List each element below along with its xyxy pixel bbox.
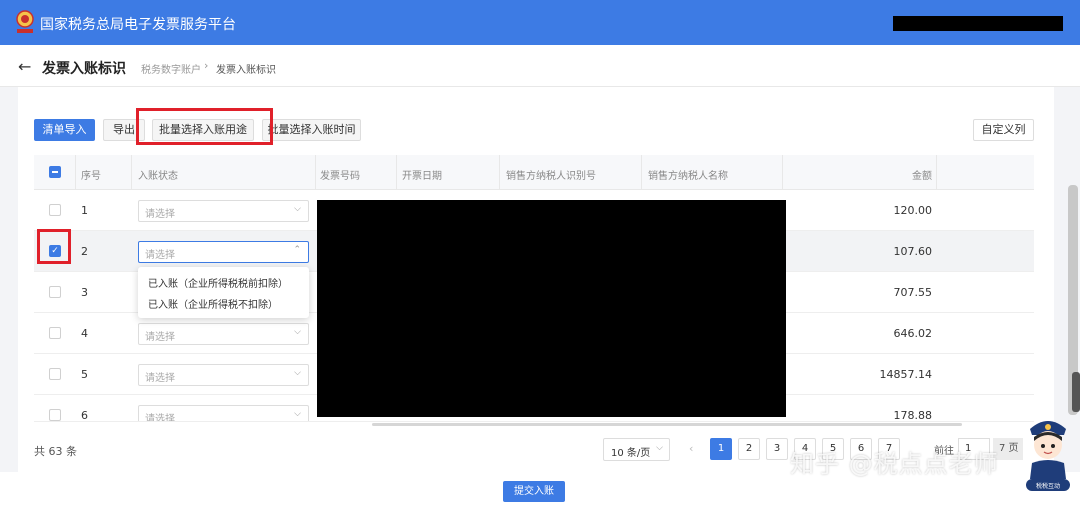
column-divider bbox=[641, 155, 642, 190]
status-select[interactable]: 请选择 ⌃ bbox=[138, 241, 309, 263]
status-dropdown-menu: 已入账（企业所得税税前扣除） 已入账（企业所得税不扣除） bbox=[138, 267, 309, 318]
row-seq: 2 bbox=[81, 245, 88, 258]
column-divider bbox=[499, 155, 500, 190]
row-checkbox[interactable] bbox=[49, 327, 61, 339]
column-divider bbox=[315, 155, 316, 190]
column-divider bbox=[936, 155, 937, 190]
page-size-value: 10 条/页 bbox=[611, 448, 651, 459]
row-seq: 1 bbox=[81, 204, 88, 217]
row-checkbox[interactable]: ✓ bbox=[49, 245, 61, 257]
column-divider bbox=[782, 155, 783, 190]
goto-page-input[interactable]: 1 bbox=[958, 438, 990, 460]
custom-columns-button[interactable]: 自定义列 bbox=[973, 119, 1034, 141]
row-checkbox[interactable] bbox=[49, 368, 61, 380]
breadcrumb-chevron-icon: › bbox=[204, 59, 209, 72]
page-header: ← 发票入账标识 税务数字账户 › 发票入账标识 bbox=[0, 45, 1080, 87]
mascot-assistant-icon[interactable]: 税税互动 bbox=[1022, 411, 1074, 493]
import-list-button[interactable]: 清单导入 bbox=[34, 119, 95, 141]
row-seq: 5 bbox=[81, 368, 88, 381]
row-amount: 107.60 bbox=[893, 245, 933, 258]
column-header-status: 入账状态 bbox=[138, 171, 178, 182]
export-button[interactable]: 导出 bbox=[103, 119, 145, 141]
breadcrumb-item-current: 发票入账标识 bbox=[216, 65, 276, 76]
select-placeholder: 请选择 bbox=[145, 414, 175, 422]
column-divider bbox=[396, 155, 397, 190]
chevron-up-icon: ⌃ bbox=[293, 245, 301, 255]
page-title: 发票入账标识 bbox=[42, 61, 126, 77]
total-count: 共 63 条 bbox=[34, 445, 77, 458]
page-button-4[interactable]: 4 bbox=[794, 438, 816, 460]
select-placeholder: 请选择 bbox=[145, 209, 175, 220]
tax-emblem-icon bbox=[16, 10, 34, 33]
row-amount: 707.55 bbox=[893, 286, 933, 299]
dropdown-option-deductible[interactable]: 已入账（企业所得税税前扣除） bbox=[148, 275, 288, 290]
column-header-amount: 金额 bbox=[912, 171, 932, 182]
row-amount: 120.00 bbox=[893, 204, 933, 217]
submit-accounting-button[interactable]: 提交入账 bbox=[503, 481, 565, 502]
breadcrumb-item-account[interactable]: 税务数字账户 bbox=[141, 61, 201, 76]
redacted-user-info bbox=[893, 16, 1063, 31]
select-placeholder: 请选择 bbox=[145, 332, 175, 343]
row-seq: 4 bbox=[81, 327, 88, 340]
row-amount: 646.02 bbox=[893, 327, 933, 340]
status-select[interactable]: 请选择 ⌵ bbox=[138, 200, 309, 222]
chevron-down-icon: ⌵ bbox=[294, 409, 301, 419]
status-select[interactable]: 请选择 ⌵ bbox=[138, 364, 309, 386]
redacted-invoice-details bbox=[317, 200, 786, 417]
app-title: 国家税务总局电子发票服务平台 bbox=[40, 17, 236, 33]
column-header-issue-date: 开票日期 bbox=[402, 171, 442, 182]
chevron-down-icon: ⌵ bbox=[656, 443, 663, 453]
column-header-invoice-number: 发票号码 bbox=[320, 171, 360, 182]
page-button-2[interactable]: 2 bbox=[738, 438, 760, 460]
prev-page-icon[interactable]: ‹ bbox=[689, 442, 693, 455]
page-button-5[interactable]: 5 bbox=[822, 438, 844, 460]
chevron-down-icon: ⌵ bbox=[294, 204, 301, 214]
page-size-select[interactable]: 10 条/页 ⌵ bbox=[603, 438, 670, 461]
page-button-1[interactable]: 1 bbox=[710, 438, 732, 460]
chevron-down-icon: ⌵ bbox=[294, 327, 301, 337]
goto-label: 前往 bbox=[934, 446, 954, 457]
column-divider bbox=[131, 155, 132, 190]
batch-select-purpose-button[interactable]: 批量选择入账用途 bbox=[152, 119, 254, 141]
page-button-7[interactable]: 7 bbox=[878, 438, 900, 460]
select-placeholder: 请选择 bbox=[145, 250, 175, 261]
table-header: 序号 入账状态 发票号码 开票日期 销售方纳税人识别号 销售方纳税人名称 金额 bbox=[34, 155, 1034, 190]
mascot-badge-label: 税税互动 bbox=[1036, 482, 1060, 490]
row-checkbox[interactable] bbox=[49, 286, 61, 298]
select-all-checkbox[interactable] bbox=[49, 166, 61, 178]
row-seq: 6 bbox=[81, 409, 88, 422]
column-header-seq: 序号 bbox=[81, 171, 101, 182]
row-seq: 3 bbox=[81, 286, 88, 299]
goto-page-suffix: 7 页 bbox=[993, 438, 1023, 460]
status-select[interactable]: 请选择 ⌵ bbox=[138, 405, 309, 422]
dropdown-option-non-deductible[interactable]: 已入账（企业所得税不扣除） bbox=[148, 296, 278, 311]
top-bar: 国家税务总局电子发票服务平台 bbox=[0, 0, 1080, 45]
select-placeholder: 请选择 bbox=[145, 373, 175, 384]
batch-select-time-button[interactable]: 批量选择入账时间 bbox=[262, 119, 361, 141]
row-amount: 14857.14 bbox=[879, 368, 933, 381]
back-arrow-icon[interactable]: ← bbox=[18, 57, 31, 76]
column-header-seller-tax-id: 销售方纳税人识别号 bbox=[506, 171, 596, 182]
row-checkbox[interactable] bbox=[49, 204, 61, 216]
column-header-seller-name: 销售方纳税人名称 bbox=[648, 171, 728, 182]
page-button-3[interactable]: 3 bbox=[766, 438, 788, 460]
page-button-6[interactable]: 6 bbox=[850, 438, 872, 460]
horizontal-scrollbar[interactable] bbox=[372, 423, 962, 426]
side-panel-handle[interactable] bbox=[1072, 372, 1080, 412]
status-select[interactable]: 请选择 ⌵ bbox=[138, 323, 309, 345]
column-divider bbox=[75, 155, 76, 190]
row-amount: 178.88 bbox=[893, 409, 933, 422]
chevron-down-icon: ⌵ bbox=[294, 368, 301, 378]
row-checkbox[interactable] bbox=[49, 409, 61, 421]
